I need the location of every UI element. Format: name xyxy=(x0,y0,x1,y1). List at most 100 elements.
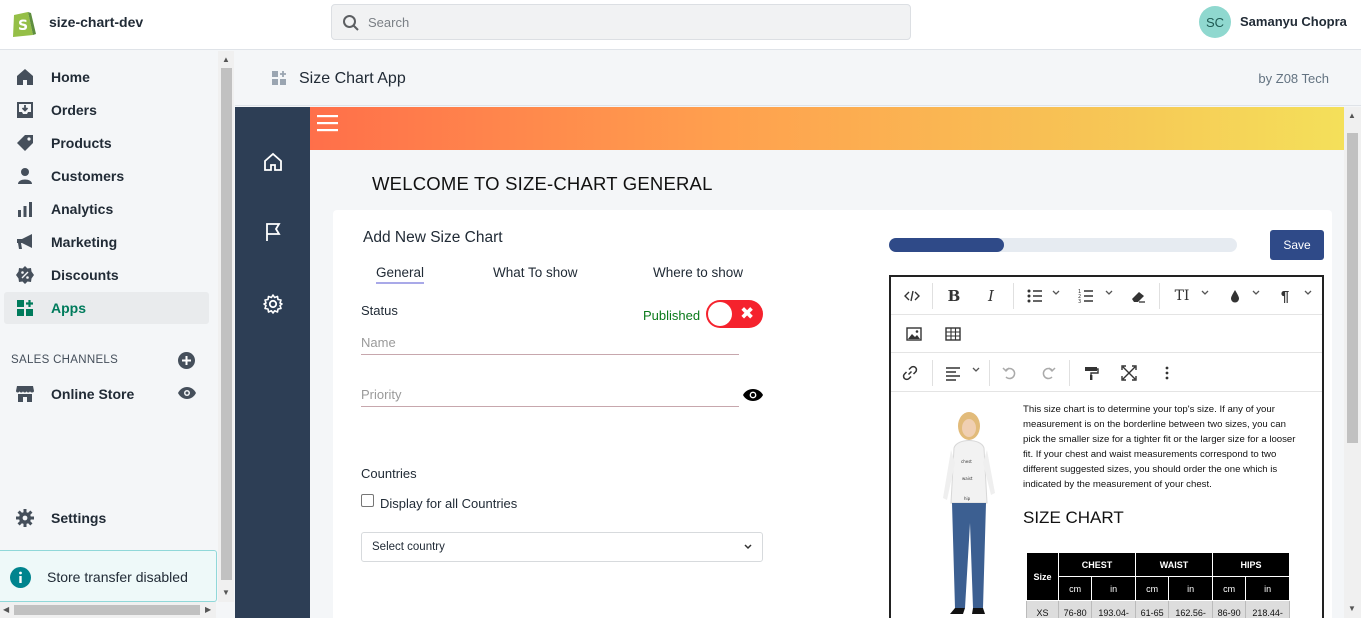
search-placeholder: Search xyxy=(368,15,410,30)
tab-general[interactable]: General xyxy=(376,265,425,284)
card-title: Add New Size Chart xyxy=(363,229,503,246)
status-toggle[interactable]: ✖ xyxy=(706,300,763,328)
store-transfer-text: Store transfer disabled xyxy=(47,569,188,585)
tab-where-to-show[interactable]: Where to show xyxy=(653,265,743,280)
published-label: Published xyxy=(643,308,701,323)
undo-icon[interactable] xyxy=(1001,364,1019,382)
gear-icon[interactable] xyxy=(262,293,284,315)
nav-label: Apps xyxy=(51,300,86,316)
view-store-eye-icon[interactable] xyxy=(178,386,196,400)
priority-field[interactable]: Priority xyxy=(361,383,739,407)
table-row: Size CHEST WAIST HIPS xyxy=(1026,552,1290,601)
svg-text:hip: hip xyxy=(964,496,971,501)
home-icon[interactable] xyxy=(262,151,284,173)
chevron-down-icon[interactable] xyxy=(1201,290,1209,296)
paragraph-icon[interactable]: ¶ xyxy=(1276,287,1294,305)
search-input[interactable]: Search xyxy=(331,4,911,40)
display-all-countries-checkbox[interactable] xyxy=(361,494,374,507)
shopify-logo-icon[interactable]: S xyxy=(10,8,36,38)
toggle-knob xyxy=(708,302,732,326)
store-name[interactable]: size-chart-dev xyxy=(49,14,143,30)
table-cell: cm xyxy=(1134,576,1170,601)
rich-text-editor[interactable]: B I 123 TI ¶ chest waist hip This size c… xyxy=(889,275,1324,618)
scroll-down-arrow-icon[interactable]: ▼ xyxy=(1348,604,1356,613)
display-all-countries-label[interactable]: Display for all Countries xyxy=(380,496,517,511)
store-icon xyxy=(16,386,34,402)
discount-icon xyxy=(16,266,34,284)
add-channel-icon[interactable] xyxy=(178,352,195,369)
tab-what-to-show[interactable]: What To show xyxy=(493,265,578,280)
chevron-down-icon[interactable] xyxy=(1052,290,1060,296)
bold-icon[interactable]: B xyxy=(945,287,963,305)
priority-placeholder: Priority xyxy=(361,387,402,402)
chevron-down-icon xyxy=(744,544,752,550)
nav-label: Marketing xyxy=(51,234,118,250)
table-cell: XS xyxy=(1026,600,1059,618)
scroll-up-arrow-icon[interactable]: ▲ xyxy=(1348,111,1356,120)
country-select[interactable]: Select country xyxy=(361,532,763,562)
chevron-down-icon[interactable] xyxy=(1105,290,1113,296)
image-icon[interactable] xyxy=(905,325,923,343)
more-options-icon[interactable] xyxy=(1158,364,1176,382)
nav-item-discounts[interactable]: Discounts xyxy=(4,259,209,291)
text-color-drop-icon[interactable] xyxy=(1226,287,1244,305)
nav-item-products[interactable]: Products xyxy=(4,127,209,159)
avatar[interactable]: SC xyxy=(1199,6,1231,38)
nav-label: Customers xyxy=(51,168,125,184)
size-chart-description: This size chart is to determine your top… xyxy=(1023,404,1296,490)
name-field[interactable]: Name xyxy=(361,331,739,355)
editor-toolbar-row-3 xyxy=(891,354,1322,392)
left-nav-horizontal-scrollbar[interactable]: ◀ ▶ xyxy=(0,602,216,618)
scroll-right-arrow-icon[interactable]: ▶ xyxy=(205,605,211,614)
eraser-icon[interactable] xyxy=(1129,287,1147,305)
text-size-icon[interactable]: TI xyxy=(1173,287,1191,305)
nav-item-customers[interactable]: Customers xyxy=(4,160,209,192)
numbered-list-icon[interactable]: 123 xyxy=(1077,287,1095,305)
scrollbar-thumb[interactable] xyxy=(221,68,232,580)
bullet-list-icon[interactable] xyxy=(1026,287,1044,305)
orders-icon xyxy=(17,102,33,118)
store-transfer-banner[interactable]: Store transfer disabled xyxy=(0,550,217,602)
chevron-down-icon[interactable] xyxy=(1252,290,1260,296)
scroll-down-arrow-icon[interactable]: ▼ xyxy=(222,588,230,597)
hamburger-menu-icon[interactable] xyxy=(317,115,338,132)
sales-channels-heading: SALES CHANNELS xyxy=(11,354,119,366)
nav-item-analytics[interactable]: Analytics xyxy=(4,193,209,225)
scroll-up-arrow-icon[interactable]: ▲ xyxy=(222,55,230,64)
select-value: Select country xyxy=(372,541,445,553)
nav-item-marketing[interactable]: Marketing xyxy=(4,226,209,258)
format-painter-icon[interactable] xyxy=(1082,364,1100,382)
scroll-left-arrow-icon[interactable]: ◀ xyxy=(3,605,9,614)
nav-item-orders[interactable]: Orders xyxy=(4,94,209,126)
chevron-down-icon[interactable] xyxy=(972,367,980,373)
scrollbar-thumb[interactable] xyxy=(1347,133,1358,443)
user-name[interactable]: Samanyu Chopra xyxy=(1240,14,1347,29)
main-scrollbar[interactable]: ▲ ▼ xyxy=(1344,107,1361,618)
app-author: by Z08 Tech xyxy=(1258,71,1329,86)
chevron-down-icon[interactable] xyxy=(1304,290,1312,296)
table-cell: WAIST xyxy=(1135,552,1213,577)
code-view-icon[interactable] xyxy=(903,287,921,305)
toolbar-separator xyxy=(932,360,933,386)
italic-icon[interactable]: I xyxy=(982,287,1000,305)
align-icon[interactable] xyxy=(944,364,962,382)
link-icon[interactable] xyxy=(901,364,919,382)
progress-bar xyxy=(889,238,1237,252)
editor-content[interactable]: chest waist hip This size chart is to de… xyxy=(891,392,1322,618)
size-chart-heading: SIZE CHART xyxy=(1023,508,1124,527)
model-photo: chest waist hip xyxy=(943,412,995,614)
nav-item-home[interactable]: Home xyxy=(4,61,209,93)
size-chart-table: Size CHEST WAIST HIPS cm in cm in cm in xyxy=(1026,552,1290,618)
table-cell: cm xyxy=(1057,576,1093,601)
redo-icon[interactable] xyxy=(1039,364,1057,382)
nav-item-settings[interactable]: Settings xyxy=(4,502,209,534)
save-button[interactable]: Save xyxy=(1270,230,1324,260)
table-icon[interactable] xyxy=(944,325,962,343)
fullscreen-icon[interactable] xyxy=(1120,364,1138,382)
app-sidebar xyxy=(235,107,310,618)
nav-item-apps[interactable]: Apps xyxy=(4,292,209,324)
left-nav-scrollbar[interactable]: ▲ ▼ xyxy=(218,51,234,602)
flag-icon[interactable] xyxy=(262,221,284,243)
eye-icon[interactable] xyxy=(743,388,763,402)
scrollbar-thumb[interactable] xyxy=(14,605,200,615)
